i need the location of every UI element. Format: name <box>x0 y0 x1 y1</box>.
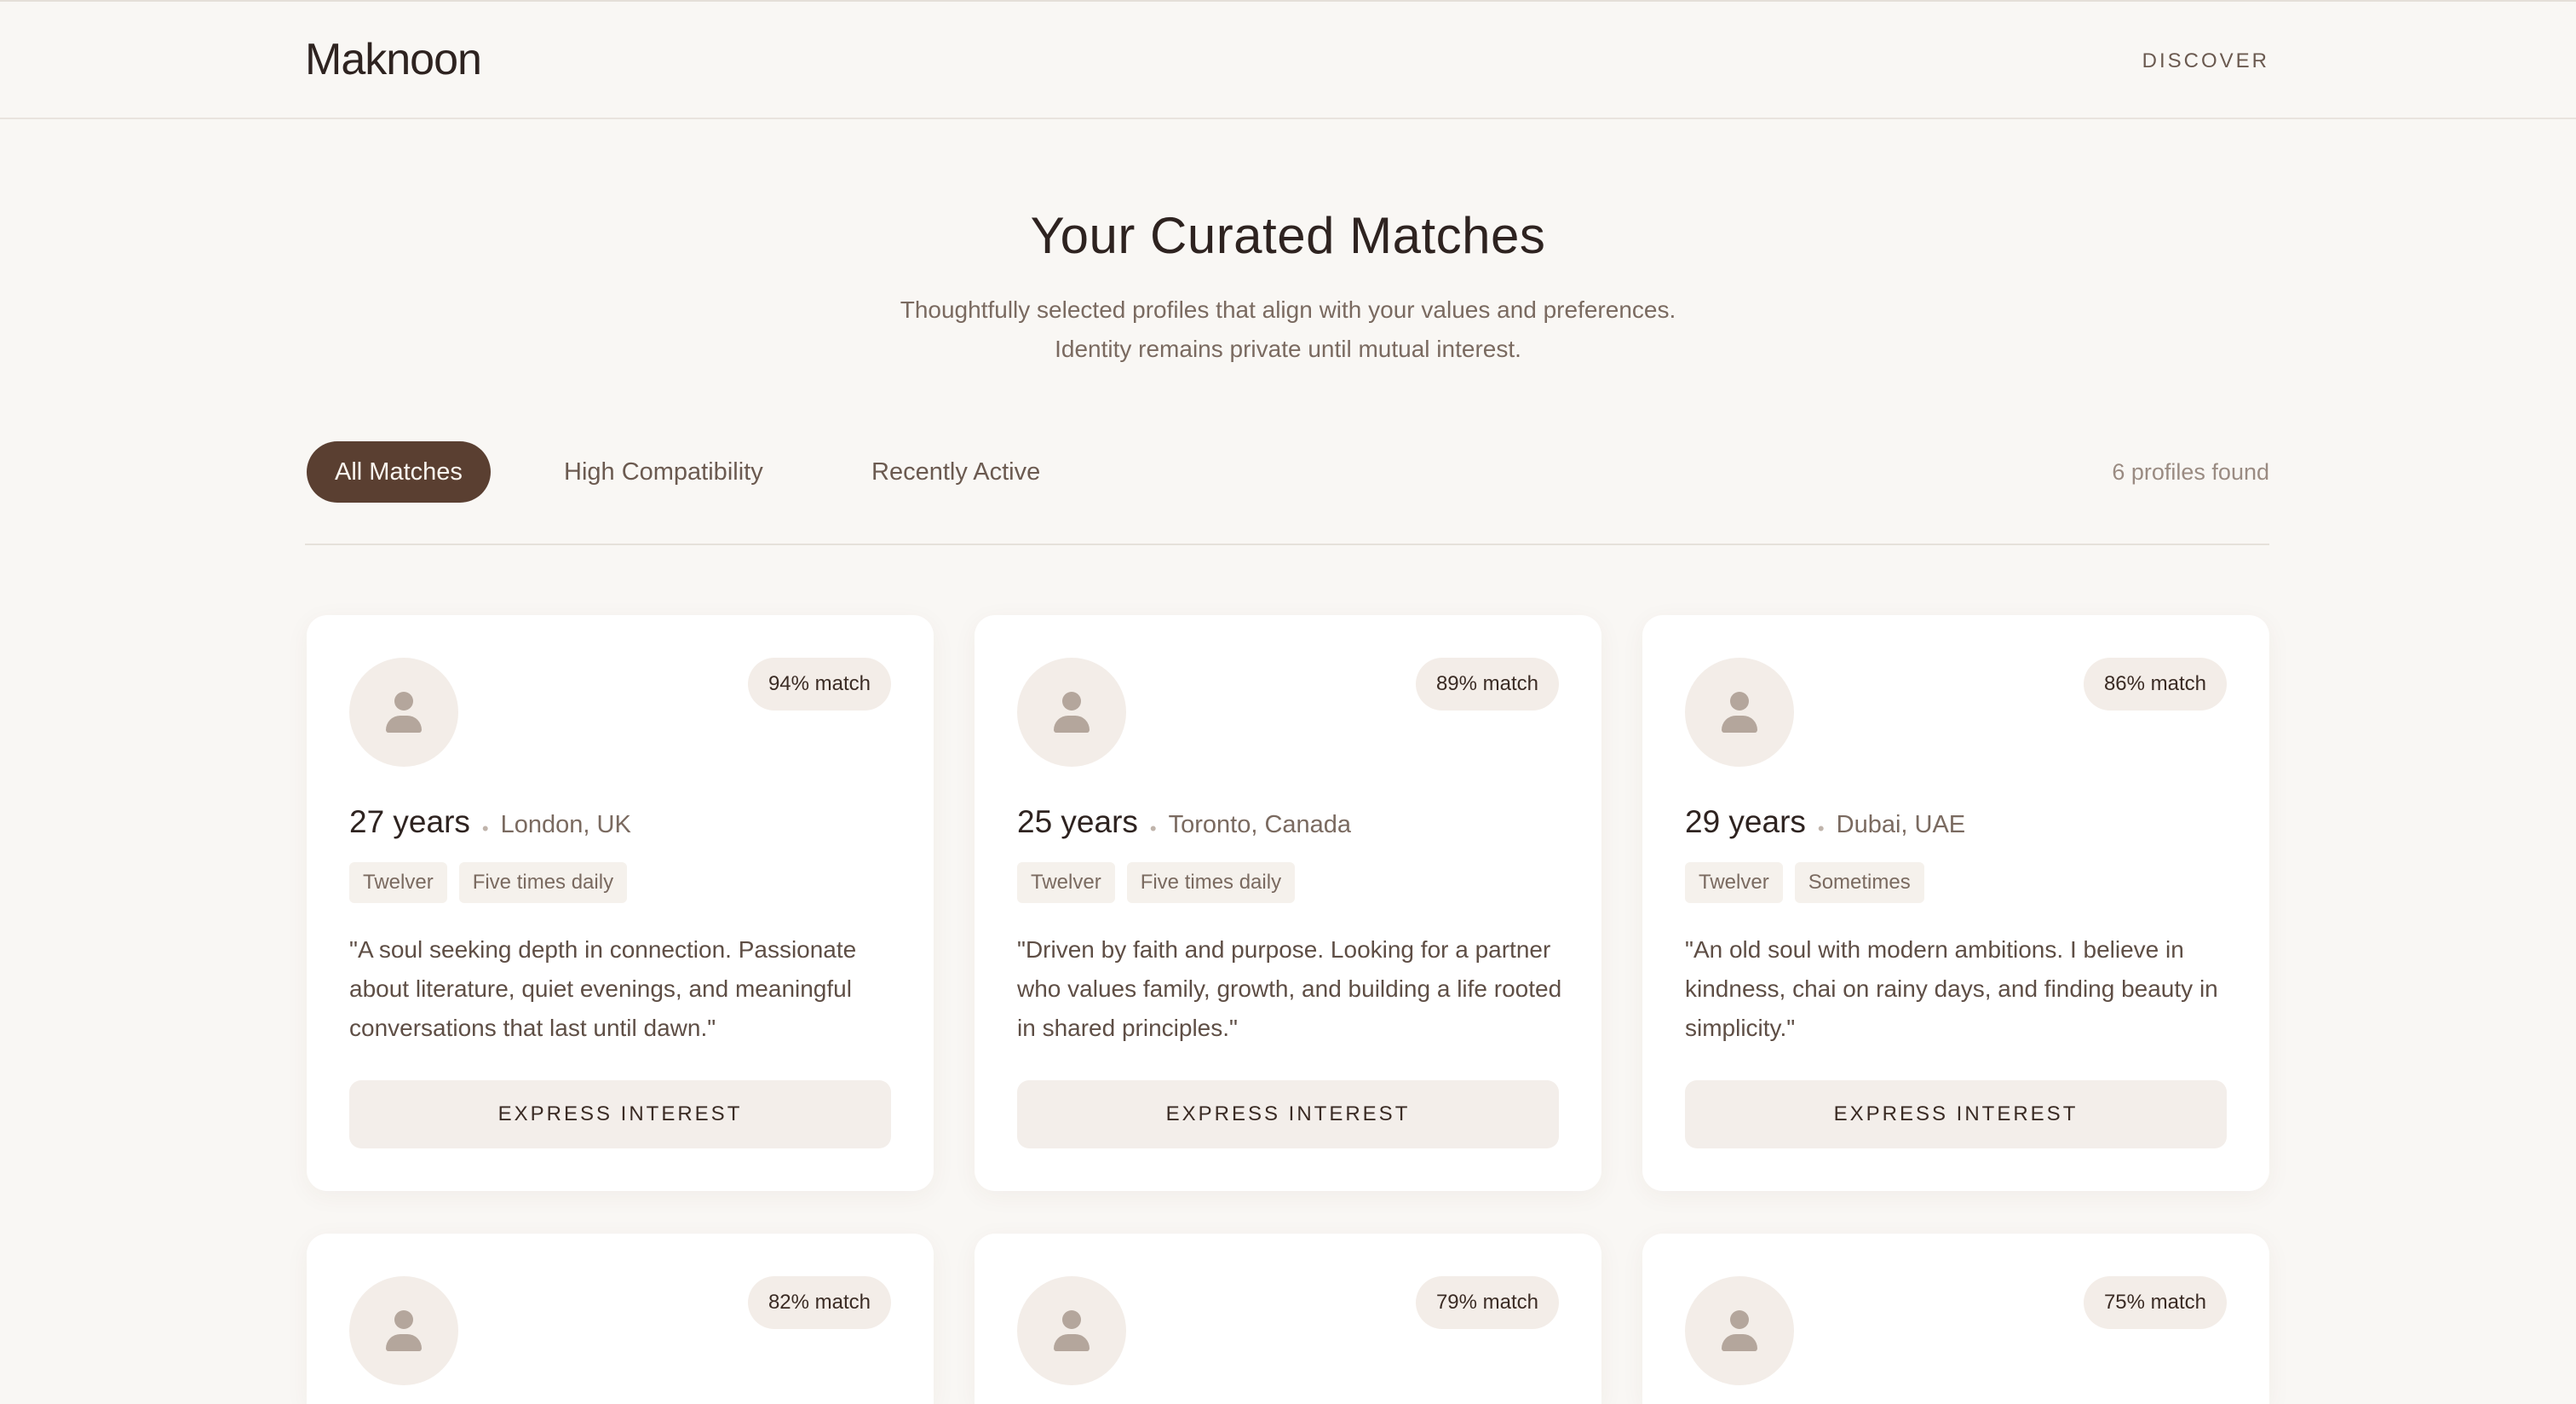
separator-dot: • <box>481 817 489 839</box>
express-interest-button[interactable]: EXPRESS INTEREST <box>1685 1080 2227 1148</box>
profile-card: 79% match <box>975 1234 1601 1404</box>
avatar <box>1017 1276 1126 1385</box>
separator-dot: • <box>1817 817 1825 839</box>
divider <box>305 544 2269 545</box>
tag-sect: Twelver <box>1017 862 1115 903</box>
profile-age: 25 years <box>1017 804 1138 839</box>
express-interest-button[interactable]: EXPRESS INTEREST <box>1017 1080 1559 1148</box>
brand-logo[interactable]: Maknoon <box>305 34 482 85</box>
tag-prayer: Sometimes <box>1794 862 1924 903</box>
page-subtitle: Thoughtfully selected profiles that alig… <box>0 291 2576 369</box>
profile-bio: "Driven by faith and purpose. Looking fo… <box>1017 936 1562 1041</box>
profile-bio: "A soul seeking depth in connection. Pas… <box>349 936 857 1041</box>
profile-card: 82% match <box>307 1234 934 1404</box>
match-badge: 89% match <box>1415 658 1559 711</box>
profile-meta: 27 years • London, UK <box>349 804 631 840</box>
profile-tags: Twelver Five times daily <box>349 862 639 903</box>
profile-tags: Twelver Sometimes <box>1685 862 1936 903</box>
subtitle-line-1: Thoughtfully selected profiles that alig… <box>900 296 1676 323</box>
match-badge: 75% match <box>2083 1276 2227 1329</box>
match-badge: 79% match <box>1415 1276 1559 1329</box>
match-badge: 86% match <box>2083 658 2227 711</box>
express-interest-button[interactable]: EXPRESS INTEREST <box>349 1080 891 1148</box>
tab-high-compatibility[interactable]: High Compatibility <box>564 441 763 503</box>
tag-prayer: Five times daily <box>458 862 628 903</box>
tag-prayer: Five times daily <box>1126 862 1296 903</box>
avatar <box>349 658 458 767</box>
match-badge: 82% match <box>747 1276 891 1329</box>
profile-card: 94% match 27 years • London, UK Twelver Fiv… <box>307 615 934 1191</box>
match-badge: 94% match <box>747 658 891 711</box>
avatar <box>1685 1276 1794 1385</box>
avatar <box>349 1276 458 1385</box>
tag-sect: Twelver <box>349 862 447 903</box>
avatar <box>1685 658 1794 767</box>
subtitle-line-2: Identity remains private until mutual in… <box>1055 336 1521 362</box>
profile-meta: 25 years • Toronto, Canada <box>1017 804 1351 840</box>
profile-tags: Twelver Five times daily <box>1017 862 1307 903</box>
profile-card: 75% match <box>1642 1234 2269 1404</box>
tab-recently-active[interactable]: Recently Active <box>871 441 1040 503</box>
separator-dot: • <box>1149 817 1157 839</box>
hero: Your Curated Matches Thoughtfully select… <box>0 119 2576 369</box>
profile-location: London, UK <box>500 811 631 838</box>
profile-meta: 29 years • Dubai, UAE <box>1685 804 1965 840</box>
profile-age: 27 years <box>349 804 470 839</box>
avatar <box>1017 658 1126 767</box>
profile-card: 89% match 25 years • Toronto, Canada Twelv… <box>975 615 1601 1191</box>
profile-bio: "An old soul with modern ambitions. I be… <box>1685 936 2218 1041</box>
profile-location: Dubai, UAE <box>1836 811 1966 838</box>
profiles-count: 6 profiles found <box>2112 459 2269 485</box>
tag-sect: Twelver <box>1685 862 1783 903</box>
tab-all-matches[interactable]: All Matches <box>307 441 491 503</box>
profile-age: 29 years <box>1685 804 1806 839</box>
filter-bar: All Matches High Compatibility Recently … <box>305 441 2269 506</box>
profile-location: Toronto, Canada <box>1168 811 1352 838</box>
profile-card: 86% match 29 years • Dubai, UAE Twelver Som… <box>1642 615 2269 1191</box>
site-header: Maknoon DISCOVER <box>0 2 2576 119</box>
page-title: Your Curated Matches <box>1030 207 1546 264</box>
nav-discover-link[interactable]: DISCOVER <box>2142 49 2269 73</box>
